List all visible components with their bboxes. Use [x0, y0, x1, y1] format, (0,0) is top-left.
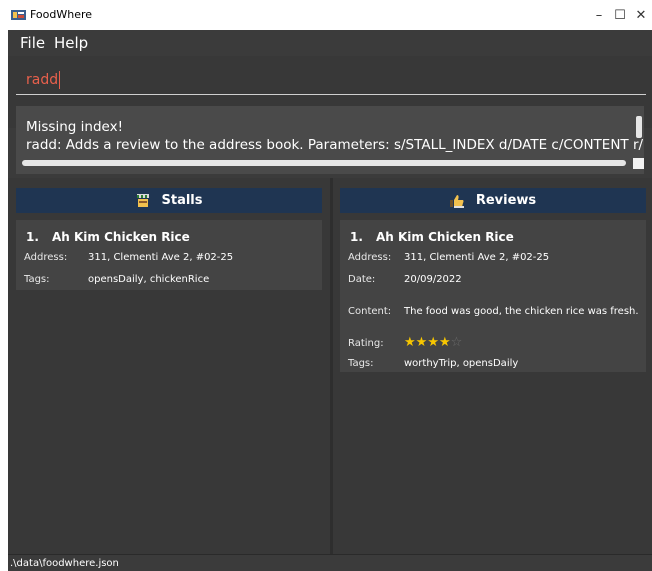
- horizontal-scrollbar[interactable]: [22, 160, 626, 166]
- app-window: File Help radd Missing index! radd: Adds…: [8, 30, 652, 571]
- stall-address-label: Address:: [24, 252, 68, 263]
- text-caret: [59, 71, 61, 89]
- star-filled-icon: ★: [438, 335, 451, 350]
- vertical-scrollbar[interactable]: [636, 116, 642, 138]
- stalls-panel: Stalls 1. Ah Kim Chicken Rice Address: 31…: [8, 178, 330, 554]
- app-logo-icon: [11, 10, 26, 20]
- reviews-title: Reviews: [475, 193, 537, 208]
- review-content: The food was good, the chicken rice was …: [404, 306, 639, 317]
- review-rating-label: Rating:: [348, 338, 384, 349]
- list-panes: Stalls 1. Ah Kim Chicken Rice Address: 31…: [8, 178, 652, 554]
- maximize-button[interactable]: ☐: [579, 0, 626, 30]
- menu-bar: File Help: [8, 30, 652, 56]
- stall-icon: [136, 193, 149, 207]
- menu-file[interactable]: File: [20, 34, 45, 52]
- command-input[interactable]: radd: [16, 66, 646, 95]
- status-bar: .\data\foodwhere.json: [8, 554, 652, 571]
- review-card[interactable]: 1. Ah Kim Chicken Rice Address: 311, Clem…: [340, 220, 646, 372]
- star-filled-icon: ★: [404, 335, 416, 350]
- review-tags-label: Tags:: [348, 358, 374, 369]
- review-tags: worthyTrip, opensDaily: [404, 358, 519, 369]
- rating-stars: ★★★★☆: [404, 336, 462, 349]
- stalls-title: Stalls: [161, 193, 203, 208]
- star-filled-icon: ★: [427, 335, 439, 350]
- star-empty-icon: ☆: [450, 335, 463, 350]
- stall-name: Ah Kim Chicken Rice: [52, 230, 190, 244]
- review-date: 20/09/2022: [404, 274, 462, 285]
- stall-index: 1.: [26, 230, 39, 244]
- stall-card[interactable]: 1. Ah Kim Chicken Rice Address: 311, Clem…: [16, 220, 322, 290]
- star-filled-icon: ★: [415, 335, 428, 350]
- stall-address: 311, Clementi Ave 2, #02-25: [88, 252, 234, 263]
- close-button[interactable]: ✕: [620, 0, 652, 30]
- stall-tags-label: Tags:: [24, 274, 50, 285]
- close-icon: ✕: [635, 7, 647, 23]
- window-title: FoodWhere: [30, 8, 93, 21]
- title-bar: FoodWhere – ☐ ✕: [0, 0, 652, 30]
- scrollbar-corner: [633, 158, 644, 169]
- result-message-line: Missing index!: [26, 119, 123, 135]
- review-address: 311, Clementi Ave 2, #02-25: [404, 252, 550, 263]
- stalls-header: Stalls: [16, 188, 322, 213]
- thumbs-up-icon: [449, 194, 464, 208]
- stall-card-title: 1. Ah Kim Chicken Rice: [26, 230, 190, 244]
- review-card-title: 1. Ah Kim Chicken Rice: [350, 230, 514, 244]
- result-usage-line: radd: Adds a review to the address book.…: [26, 137, 644, 153]
- reviews-panel: Reviews 1. Ah Kim Chicken Rice Address: 3…: [333, 178, 652, 554]
- reviews-header: Reviews: [340, 188, 646, 213]
- command-input-value: radd: [26, 72, 59, 88]
- review-content-label: Content:: [348, 306, 392, 317]
- review-stall-name: Ah Kim Chicken Rice: [376, 230, 514, 244]
- result-display[interactable]: Missing index! radd: Adds a review to th…: [16, 106, 644, 174]
- review-address-label: Address:: [348, 252, 392, 263]
- review-index: 1.: [350, 230, 363, 244]
- menu-help[interactable]: Help: [54, 34, 88, 52]
- review-date-label: Date:: [348, 274, 376, 285]
- stall-tags: opensDaily, chickenRice: [88, 274, 210, 285]
- data-file-path: .\data\foodwhere.json: [10, 558, 119, 569]
